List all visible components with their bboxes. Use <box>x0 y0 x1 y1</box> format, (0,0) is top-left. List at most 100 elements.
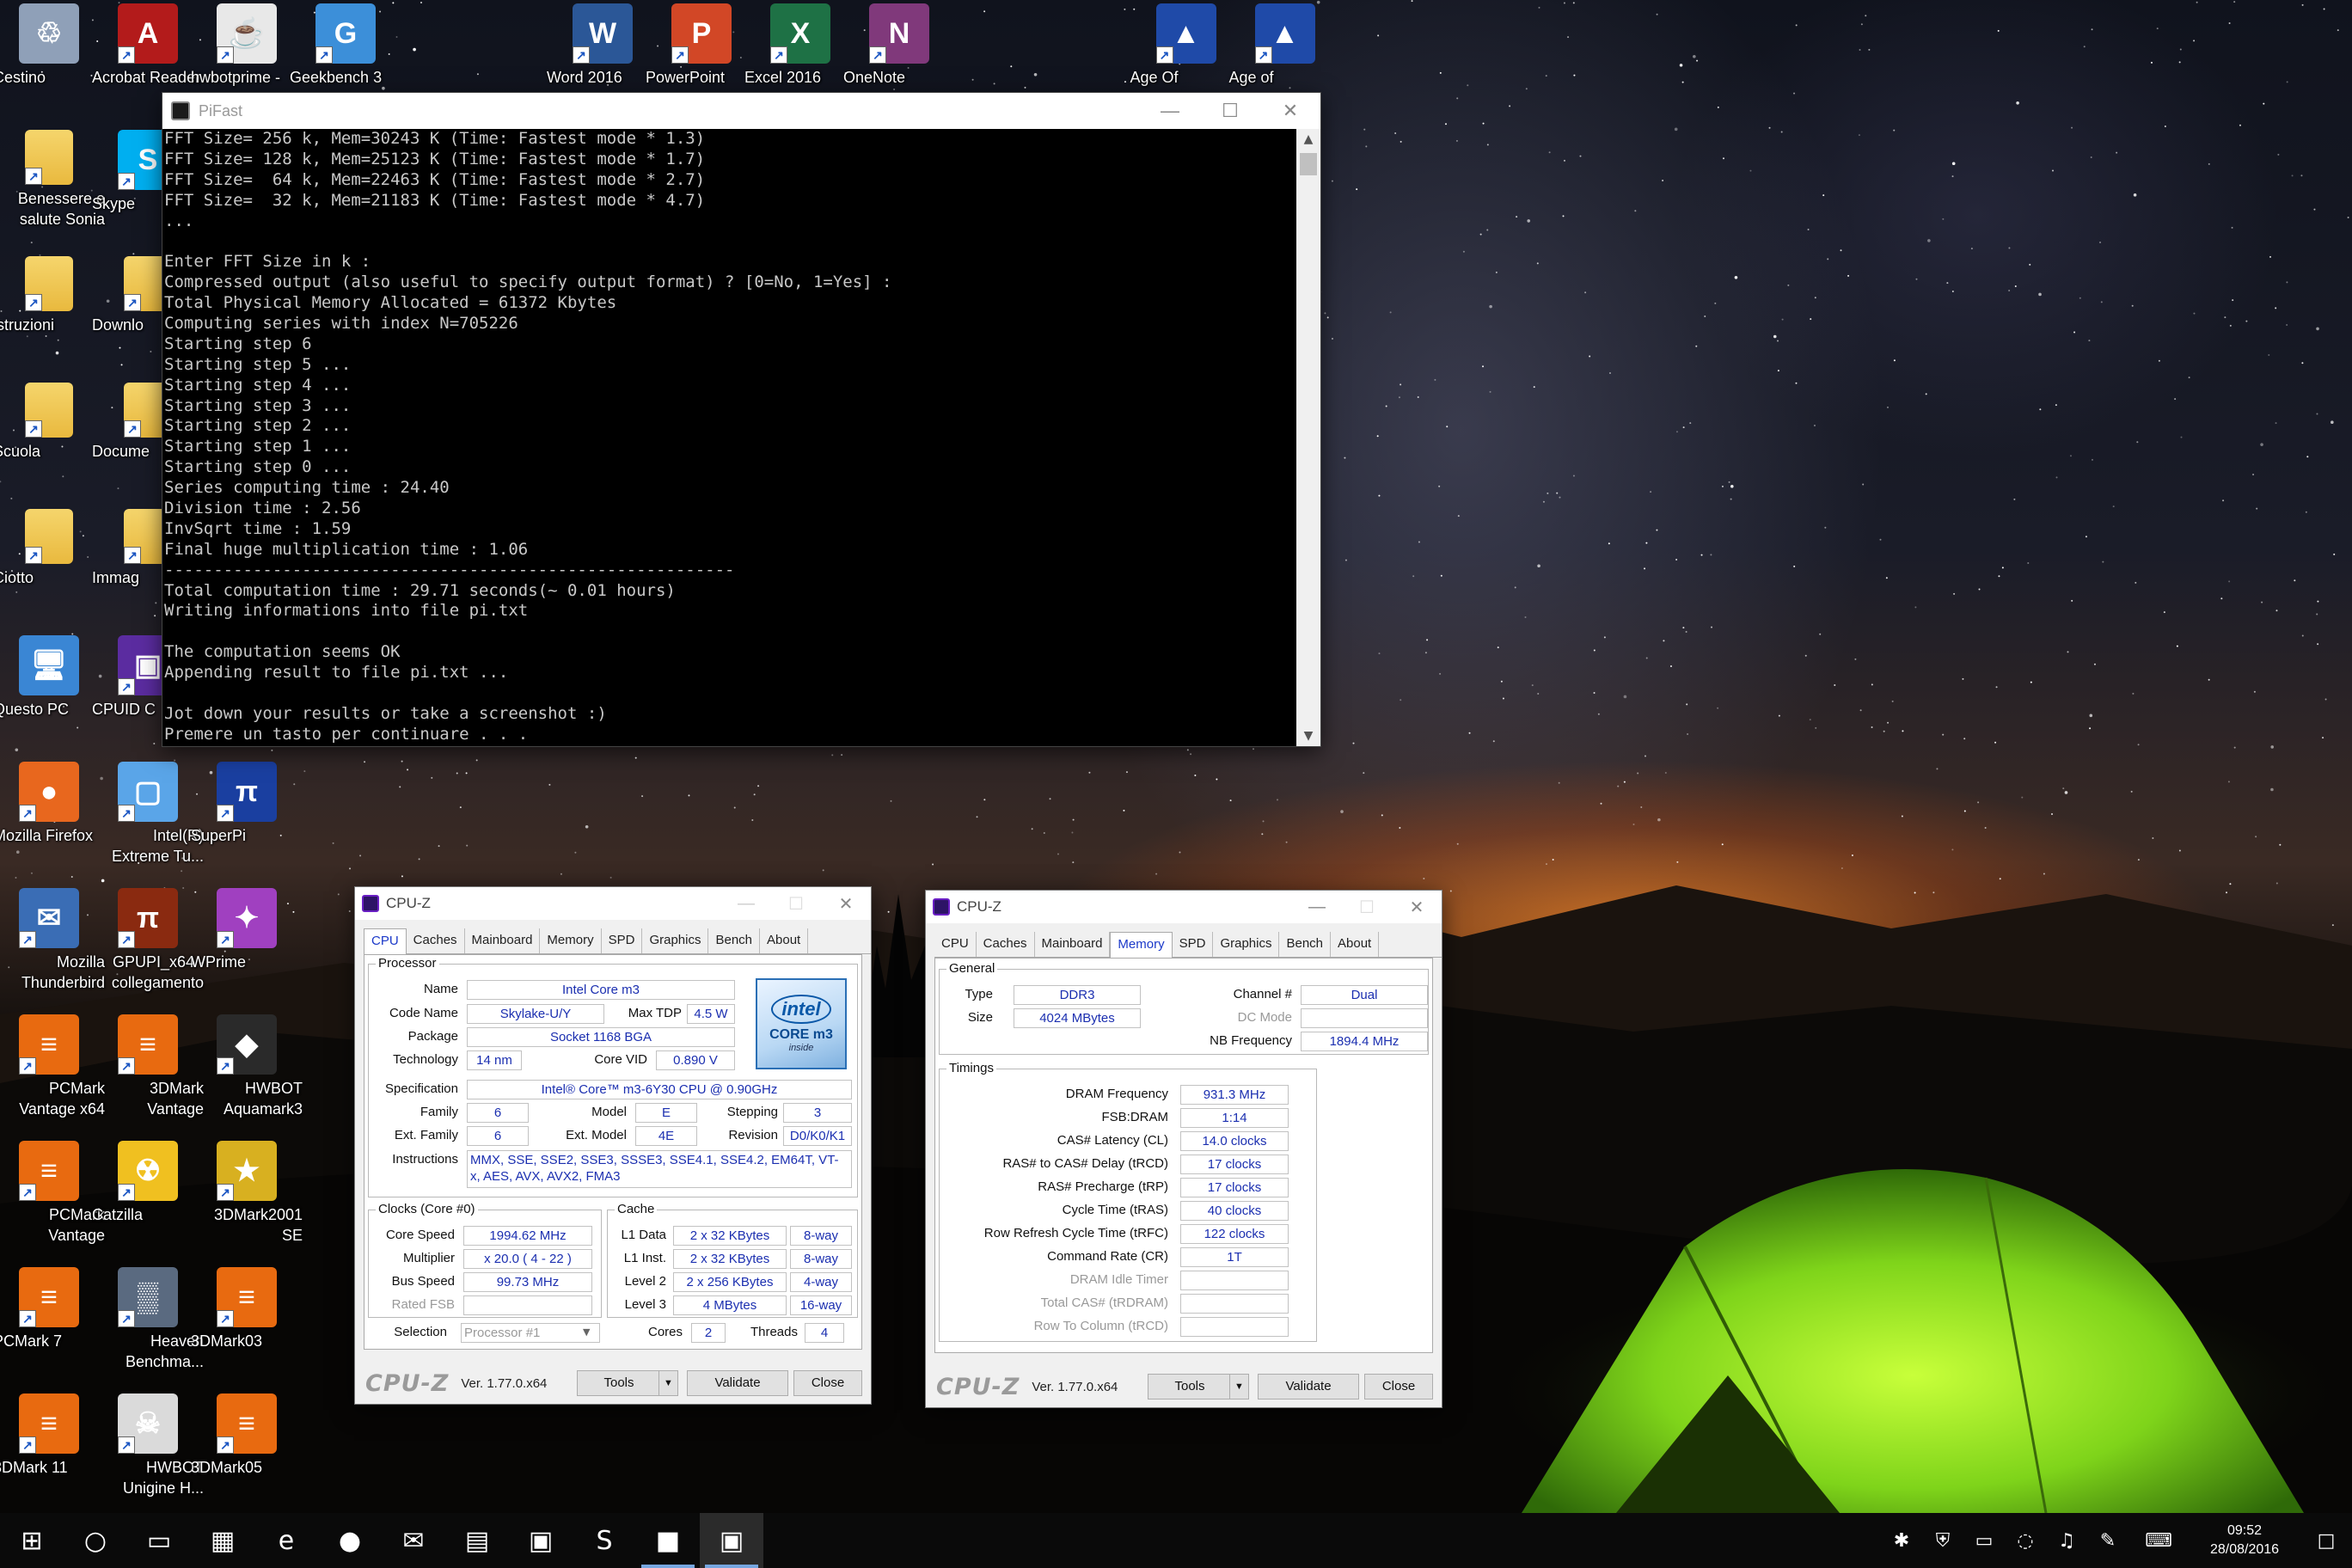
close-button[interactable]: ✕ <box>1260 93 1320 129</box>
desktop-icon-ageof1[interactable]: ▲ ↗ Age Of <box>1130 3 1242 86</box>
close-button[interactable]: ✕ <box>1392 891 1442 923</box>
desktop-icon-onenote[interactable]: N ↗ OneNote <box>843 3 955 86</box>
desktop-icon-ageof2[interactable]: ▲ ↗ Age of <box>1229 3 1341 86</box>
tab-memory[interactable]: Memory <box>1110 932 1173 959</box>
tab-cpu[interactable]: CPU <box>364 928 407 955</box>
scroll-up-icon[interactable]: ▲ <box>1296 129 1320 150</box>
taskbar-search-button[interactable]: ○ <box>64 1513 127 1568</box>
desktop-icon-excel[interactable]: X ↗ Excel 2016 <box>744 3 856 86</box>
console-output[interactable]: FFT Size= 256 k, Mem=30243 K (Time: Fast… <box>162 129 1296 746</box>
validate-button[interactable]: Validate <box>1258 1374 1359 1400</box>
desktop-icon-3dmark11[interactable]: ≡ ↗ 3DMark 11 <box>0 1393 105 1476</box>
bluetooth-icon[interactable]: ✱ <box>1881 1530 1922 1552</box>
desktop-icon-catzilla[interactable]: ☢ ↗ Catzilla <box>92 1141 204 1223</box>
tab-bench[interactable]: Bench <box>1279 932 1332 957</box>
desktop-icon-hwbotprime[interactable]: ☕ ↗ hwbotprime - <box>191 3 303 86</box>
tab-caches[interactable]: Caches <box>977 932 1035 957</box>
desktop-icon-heaven[interactable]: ▒ ↗ Heaven Benchma... <box>92 1267 204 1370</box>
console-scrollbar[interactable]: ▲ ▼ <box>1296 129 1320 746</box>
cpuz-cpu-window[interactable]: CPU-Z — ☐ ✕ CPU Caches Mainboard Memory SPD G… <box>354 886 872 1405</box>
close-button[interactable]: Close <box>793 1370 862 1396</box>
cpuz-titlebar[interactable]: CPU-Z — ☐ ✕ <box>355 887 871 920</box>
tab-mainboard[interactable]: Mainboard <box>1035 932 1111 957</box>
desktop-icon-word[interactable]: W ↗ Word 2016 <box>547 3 658 86</box>
desktop-icon-wprime[interactable]: ✦ ↗ WPrime <box>191 888 303 971</box>
tab-caches[interactable]: Caches <box>407 928 465 953</box>
desktop-icon-questopc[interactable]: 🖥 Questo PC <box>0 635 105 718</box>
taskbar-start-button[interactable]: ⊞ <box>0 1513 64 1568</box>
tab-graphics[interactable]: Graphics <box>642 928 709 953</box>
taskbar-taskview-button[interactable]: ▭ <box>127 1513 191 1568</box>
tools-button[interactable]: Tools ▼ <box>1148 1374 1249 1400</box>
tab-about[interactable]: About <box>760 928 809 953</box>
pen-icon[interactable]: ✎ <box>2087 1530 2128 1552</box>
desktop-icon-geekbench[interactable]: G ↗ Geekbench 3 <box>290 3 401 86</box>
maximize-button[interactable]: ☐ <box>1342 891 1392 923</box>
tab-about[interactable]: About <box>1331 932 1380 957</box>
desktop-icon-intelxtu[interactable]: ▢ ↗ Intel(R) Extreme Tu... <box>92 762 204 865</box>
taskbar-edge-button[interactable]: e <box>254 1513 318 1568</box>
taskbar-skype-button[interactable]: S <box>573 1513 636 1568</box>
desktop-icon-gpupi[interactable]: π ↗ GPUPI_x64 - collegamento <box>92 888 204 991</box>
desktop-icon-superpi[interactable]: π ↗ SuperPi <box>191 762 303 844</box>
desktop-icon-ciotto[interactable]: ↗ Ciotto <box>0 509 105 586</box>
cpuz-titlebar[interactable]: CPU-Z — ☐ ✕ <box>926 891 1442 923</box>
taskbar-explorer-button[interactable]: ▤ <box>445 1513 509 1568</box>
keyboard-icon[interactable]: ⌨ <box>2128 1530 2189 1552</box>
scroll-thumb[interactable] <box>1300 153 1317 175</box>
desktop-icon-3dmark03[interactable]: ≡ ↗ 3DMark03 <box>191 1267 303 1350</box>
desktop-icon-powerpoint[interactable]: P ↗ PowerPoint <box>646 3 757 86</box>
shield-icon[interactable]: ⛨ <box>1922 1530 1963 1552</box>
desktop-icon-acrobat[interactable]: A ↗ Acrobat Reader <box>92 3 204 86</box>
chevron-down-icon[interactable]: ▼ <box>658 1371 677 1395</box>
desktop-icon-aquamark[interactable]: ◆ ↗ HWBOT Aquamark3 <box>191 1014 303 1118</box>
desktop-icon-pcmarkvantage64[interactable]: ≡ ↗ PCMark Vantage x64 <box>0 1014 105 1118</box>
maximize-button[interactable]: ☐ <box>1200 93 1260 129</box>
clock[interactable]: 09:52 28/08/2016 <box>2189 1522 2300 1559</box>
desktop-icon-3dmark2001[interactable]: ★ ↗ 3DMark2001 SE <box>191 1141 303 1244</box>
desktop-icon-scuola[interactable]: ↗ Scuola <box>0 383 105 460</box>
taskbar-thunderbird-button[interactable]: ✉ <box>382 1513 445 1568</box>
minimize-button[interactable]: — <box>1140 93 1200 129</box>
minimize-button[interactable]: — <box>1292 891 1342 923</box>
pifast-window[interactable]: PiFast — ☐ ✕ FFT Size= 256 k, Mem=30243 … <box>162 92 1321 747</box>
desktop-icon-3dmarkvantage[interactable]: ≡ ↗ 3DMark Vantage <box>92 1014 204 1118</box>
taskbar-firefox-button[interactable]: ● <box>318 1513 382 1568</box>
desktop-icon-cestino[interactable]: ♲ Cestino <box>0 3 105 86</box>
close-button[interactable]: Close <box>1364 1374 1433 1400</box>
tab-graphics[interactable]: Graphics <box>1213 932 1280 957</box>
tab-memory[interactable]: Memory <box>540 928 602 953</box>
tab-spd[interactable]: SPD <box>602 928 643 953</box>
minimize-button[interactable]: — <box>721 887 771 920</box>
taskbar-cpuz-button[interactable]: ▣ <box>700 1513 763 1568</box>
desktop-icon-3dmark05[interactable]: ≡ ↗ 3DMark05 <box>191 1393 303 1476</box>
chevron-down-icon[interactable]: ▼ <box>583 1326 590 1338</box>
processor-select[interactable]: Processor #1 <box>461 1323 600 1343</box>
battery-icon[interactable]: ▭ <box>1963 1530 2005 1552</box>
desktop-icon-unigine[interactable]: ☠ ↗ HWBOT Unigine H... <box>92 1393 204 1497</box>
validate-button[interactable]: Validate <box>687 1370 788 1396</box>
close-button[interactable]: ✕ <box>821 887 871 920</box>
scroll-down-icon[interactable]: ▼ <box>1296 726 1320 746</box>
taskbar-pifast-button[interactable]: ■ <box>636 1513 700 1568</box>
tab-cpu[interactable]: CPU <box>934 932 977 957</box>
chevron-down-icon[interactable]: ▼ <box>1229 1375 1248 1399</box>
cpuz-memory-window[interactable]: CPU-Z — ☐ ✕ CPU Caches Mainboard Memory SPD G… <box>925 890 1442 1408</box>
maximize-button[interactable]: ☐ <box>771 887 821 920</box>
volume-icon[interactable]: ♫ <box>2046 1530 2087 1552</box>
wifi-icon[interactable]: ◌ <box>2005 1530 2046 1552</box>
desktop-icon-thunderbird[interactable]: ✉ ↗ Mozilla Thunderbird <box>0 888 105 991</box>
tab-bench[interactable]: Bench <box>708 928 761 953</box>
desktop-icon-firefox[interactable]: ● ↗ Mozilla Firefox <box>0 762 105 844</box>
desktop-icon-istruzioni[interactable]: ↗ istruzioni <box>0 256 105 334</box>
taskbar-calendar-button[interactable]: ▦ <box>191 1513 254 1568</box>
taskbar-store-button[interactable]: ▣ <box>509 1513 573 1568</box>
pifast-titlebar[interactable]: PiFast — ☐ ✕ <box>162 93 1320 129</box>
desktop-icon-pcmark7[interactable]: ≡ ↗ PCMark 7 <box>0 1267 105 1350</box>
desktop-icon-pcmarkvantage[interactable]: ≡ ↗ PCMark Vantage <box>0 1141 105 1244</box>
tab-mainboard[interactable]: Mainboard <box>465 928 541 953</box>
notifications-icon[interactable]: □ <box>2300 1530 2352 1552</box>
desktop-icon-benessere[interactable]: ↗ Benessere e salute Sonia <box>0 130 105 228</box>
tools-button[interactable]: Tools ▼ <box>577 1370 678 1396</box>
tab-spd[interactable]: SPD <box>1173 932 1214 957</box>
